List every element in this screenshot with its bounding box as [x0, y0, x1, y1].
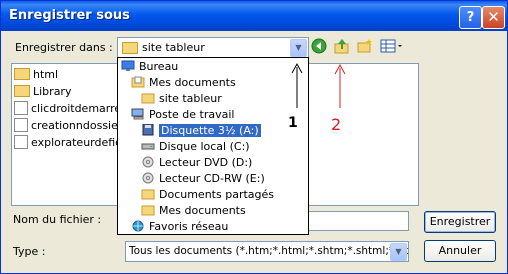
- annotation-arrows: [291, 62, 346, 108]
- save-as-dialog: Enregistrer sous ? ✕ Enregistrer dans : …: [0, 0, 508, 274]
- annotation-marker-2: 2: [331, 115, 342, 134]
- annotation-arrow-red: [334, 63, 346, 108]
- annotation-marker-1: 1: [288, 115, 298, 131]
- annotation-arrow-black: [291, 62, 303, 108]
